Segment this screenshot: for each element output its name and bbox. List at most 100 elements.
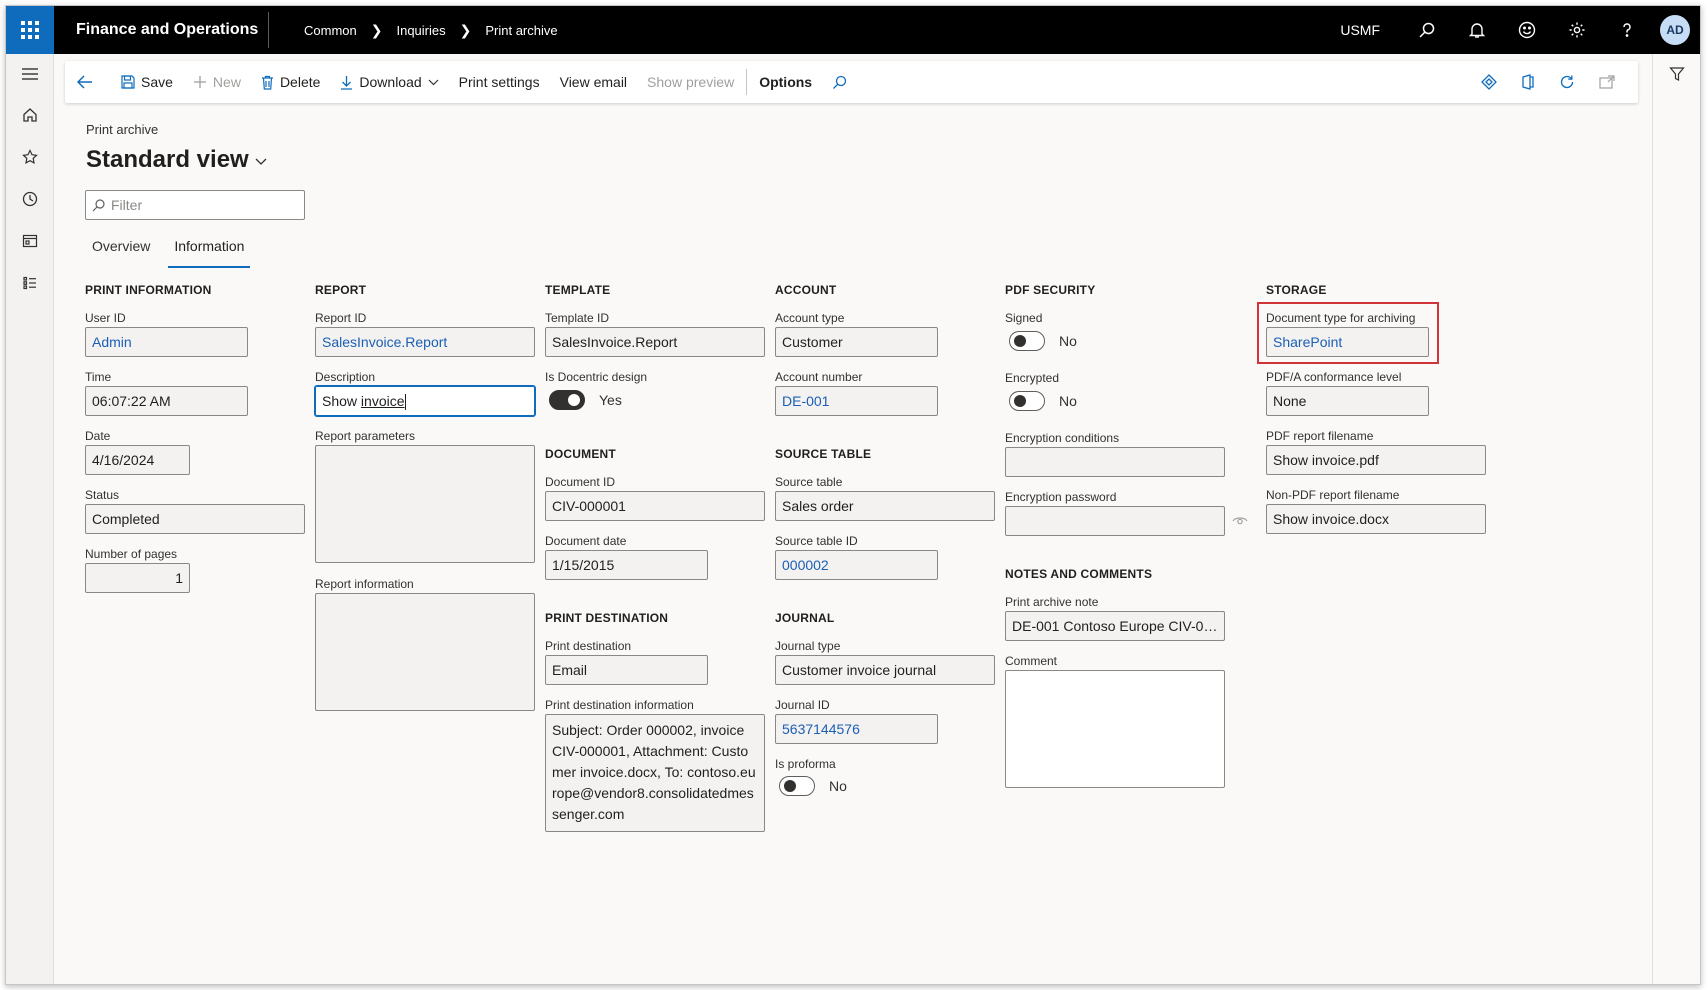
nav-home-button[interactable] [6,94,54,136]
nav-favorites-button[interactable] [6,136,54,178]
encryption-password-label: Encryption password [1005,490,1117,504]
time-label: Time [85,370,112,384]
open-new-window-button[interactable] [1590,61,1630,103]
delete-button[interactable]: Delete [251,61,330,103]
encrypted-toggle[interactable]: No [1009,391,1077,411]
time-field[interactable]: 06:07:22 AM [85,386,248,416]
document-date-field[interactable]: 1/15/2015 [545,550,708,580]
template-id-field[interactable]: SalesInvoice.Report [545,327,765,357]
signed-label: Signed [1005,311,1043,325]
report-id-field[interactable]: SalesInvoice.Report [315,327,535,357]
action-search-button[interactable] [822,61,863,103]
nav-recent-button[interactable] [6,178,54,220]
report-parameters-label: Report parameters [315,429,416,443]
pdfa-conformance-field[interactable]: None [1266,386,1429,416]
source-table-label: Source table [775,475,843,489]
comment-label: Comment [1005,654,1058,668]
encrypted-label: Encrypted [1005,371,1060,385]
description-input[interactable]: Show invoice [314,385,536,417]
show-password-button[interactable] [1232,513,1248,532]
right-rail [1652,54,1700,984]
source-table-id-field[interactable]: 000002 [775,550,938,580]
encryption-conditions-field[interactable] [1005,447,1225,477]
search-button[interactable] [1402,6,1452,54]
number-of-pages-field[interactable]: 1 [85,563,190,593]
source-table-field[interactable]: Sales order [775,491,995,521]
signed-toggle[interactable]: No [1009,331,1077,351]
avatar[interactable]: AD [1660,15,1690,45]
pdf-filename-field[interactable]: Show invoice.pdf [1266,445,1486,475]
list-icon [23,276,36,290]
view-email-button[interactable]: View email [550,61,637,103]
download-button[interactable]: Download [330,61,448,103]
document-date-label: Document date [545,534,627,548]
settings-button[interactable] [1552,6,1602,54]
refresh-button[interactable] [1550,61,1590,103]
notifications-button[interactable] [1452,6,1502,54]
pdf-filename-label: PDF report filename [1266,429,1374,443]
print-archive-note-field[interactable]: DE-001 Contoso Europe CIV-00... [1005,611,1225,641]
save-icon [121,75,135,89]
nav-modules-button[interactable] [6,262,54,304]
company-picker[interactable]: USMF [1340,22,1380,38]
feedback-button[interactable] [1502,6,1552,54]
section-print-information: PRINT INFORMATION [85,283,212,297]
breadcrumb-common[interactable]: Common [304,23,357,38]
section-account: ACCOUNT [775,283,837,297]
report-information-field[interactable] [315,593,535,711]
account-type-field[interactable]: Customer [775,327,938,357]
breadcrumb-print-archive[interactable]: Print archive [485,23,557,38]
new-button[interactable]: New [183,61,251,103]
status-field[interactable]: Completed [85,504,305,534]
date-field[interactable]: 4/16/2024 [85,445,190,475]
print-destination-field[interactable]: Email [545,655,708,685]
save-button[interactable]: Save [111,61,183,103]
office-button[interactable] [1512,61,1550,103]
power-apps-button[interactable] [1472,61,1512,103]
print-archive-note-label: Print archive note [1005,595,1099,609]
document-id-field[interactable]: CIV-000001 [545,491,765,521]
report-parameters-field[interactable] [315,445,535,563]
non-pdf-filename-field[interactable]: Show invoice.docx [1266,504,1486,534]
workspace-icon [22,234,38,248]
gear-icon [1569,22,1585,38]
app-title[interactable]: Finance and Operations [76,6,258,54]
document-type-field[interactable]: SharePoint [1266,327,1429,357]
filter-box[interactable] [85,190,305,220]
account-number-field[interactable]: DE-001 [775,386,938,416]
funnel-icon [1669,67,1685,81]
delete-label: Delete [279,74,321,90]
back-button[interactable] [65,61,111,103]
docentric-design-toggle[interactable]: Yes [549,390,622,410]
filter-pane-button[interactable] [1653,54,1700,94]
app-launcher-button[interactable] [6,6,54,54]
description-text: Show [322,393,361,409]
print-settings-button[interactable]: Print settings [449,61,550,103]
pop-out-icon [1599,75,1615,89]
comment-field[interactable] [1005,670,1225,788]
hamburger-icon [22,68,38,80]
show-preview-button[interactable]: Show preview [637,61,744,103]
journal-id-field[interactable]: 5637144576 [775,714,938,744]
view-selector[interactable]: Standard view [86,146,267,174]
print-destination-info-field[interactable]: Subject: Order 000002, invoice CIV-00000… [545,714,765,832]
docentric-design-label: Is Docentric design [545,370,648,384]
action-pane-right [1472,61,1630,103]
tab-overview[interactable]: Overview [86,234,156,264]
encryption-password-field[interactable] [1005,506,1225,536]
filter-input[interactable] [111,197,291,213]
nav-workspaces-button[interactable] [6,220,54,262]
options-tab[interactable]: Options [749,61,822,103]
is-proforma-toggle[interactable]: No [779,776,847,796]
title-divider [268,12,269,48]
section-journal: JOURNAL [775,611,835,625]
journal-type-field[interactable]: Customer invoice journal [775,655,995,685]
breadcrumb-inquiries[interactable]: Inquiries [396,23,445,38]
search-icon [833,75,847,89]
expand-nav-button[interactable] [6,54,54,94]
diamond-icon [1481,74,1497,90]
user-id-field[interactable]: Admin [85,327,248,357]
plus-icon [193,76,206,88]
help-button[interactable] [1602,6,1652,54]
tab-information[interactable]: Information [168,234,251,268]
